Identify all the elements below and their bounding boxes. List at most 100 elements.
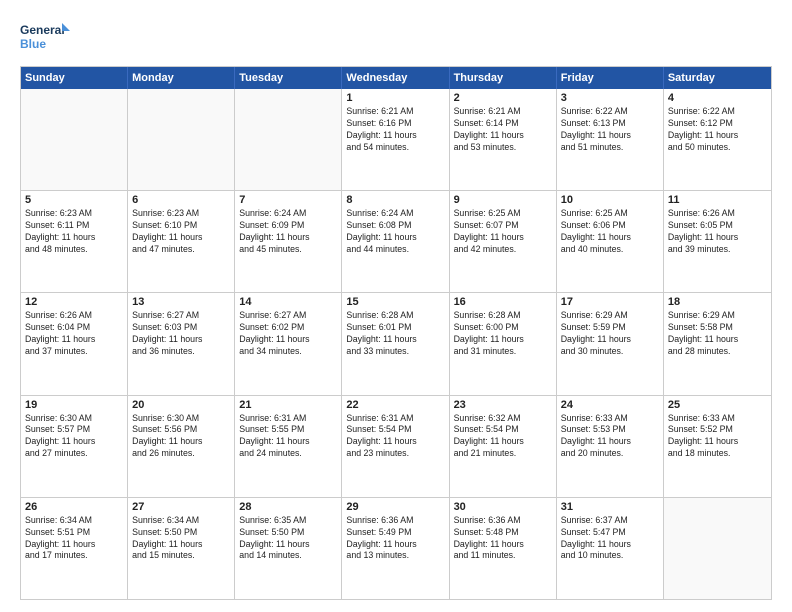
calendar-day-19: 19 Sunrise: 6:30 AM Sunset: 5:57 PM Dayli… — [21, 396, 128, 497]
weekday-header-friday: Friday — [557, 67, 664, 89]
calendar-day-2: 2 Sunrise: 6:21 AM Sunset: 6:14 PM Daylig… — [450, 89, 557, 190]
day-number: 30 — [454, 501, 552, 513]
day-info: Sunrise: 6:26 AM Sunset: 6:04 PM Dayligh… — [25, 310, 123, 358]
calendar-day-6: 6 Sunrise: 6:23 AM Sunset: 6:10 PM Daylig… — [128, 191, 235, 292]
day-info: Sunrise: 6:25 AM Sunset: 6:06 PM Dayligh… — [561, 208, 659, 256]
calendar-day-15: 15 Sunrise: 6:28 AM Sunset: 6:01 PM Dayli… — [342, 293, 449, 394]
calendar-day-31: 31 Sunrise: 6:37 AM Sunset: 5:47 PM Dayli… — [557, 498, 664, 599]
calendar-day-10: 10 Sunrise: 6:25 AM Sunset: 6:06 PM Dayli… — [557, 191, 664, 292]
day-info: Sunrise: 6:23 AM Sunset: 6:11 PM Dayligh… — [25, 208, 123, 256]
day-number: 17 — [561, 296, 659, 308]
calendar-day-5: 5Sunrise: 6:23 AM Sunset: 6:11 PM Daylig… — [21, 191, 128, 292]
day-info: Sunrise: 6:30 AM Sunset: 5:57 PM Dayligh… — [25, 413, 123, 461]
day-info: Sunrise: 6:22 AM Sunset: 6:13 PM Dayligh… — [561, 106, 659, 154]
day-number: 23 — [454, 399, 552, 411]
day-info: Sunrise: 6:34 AM Sunset: 5:51 PM Dayligh… — [25, 515, 123, 563]
calendar-day-28: 28Sunrise: 6:35 AM Sunset: 5:50 PM Dayli… — [235, 498, 342, 599]
weekday-header-thursday: Thursday — [450, 67, 557, 89]
calendar-day-13: 13Sunrise: 6:27 AM Sunset: 6:03 PM Dayli… — [128, 293, 235, 394]
day-number: 22 — [346, 399, 444, 411]
day-info: Sunrise: 6:32 AM Sunset: 5:54 PM Dayligh… — [454, 413, 552, 461]
calendar: SundayMondayTuesdayWednesdayThursdayFrid… — [20, 66, 772, 600]
day-number: 4 — [668, 92, 767, 104]
day-info: Sunrise: 6:21 AM Sunset: 6:14 PM Dayligh… — [454, 106, 552, 154]
calendar-day-1: 1 Sunrise: 6:21 AM Sunset: 6:16 PM Daylig… — [342, 89, 449, 190]
logo-svg: General Blue — [20, 18, 70, 58]
day-number: 13 — [132, 296, 230, 308]
calendar-day-3: 3 Sunrise: 6:22 AM Sunset: 6:13 PM Daylig… — [557, 89, 664, 190]
calendar-day-17: 17Sunrise: 6:29 AM Sunset: 5:59 PM Dayli… — [557, 293, 664, 394]
day-number: 31 — [561, 501, 659, 513]
calendar-day-7: 7 Sunrise: 6:24 AM Sunset: 6:09 PM Daylig… — [235, 191, 342, 292]
header: General Blue — [20, 18, 772, 58]
weekday-header-monday: Monday — [128, 67, 235, 89]
day-number: 7 — [239, 194, 337, 206]
svg-text:Blue: Blue — [20, 37, 46, 51]
weekday-header-saturday: Saturday — [664, 67, 771, 89]
day-info: Sunrise: 6:30 AM Sunset: 5:56 PM Dayligh… — [132, 413, 230, 461]
day-number: 27 — [132, 501, 230, 513]
calendar-day-20: 20 Sunrise: 6:30 AM Sunset: 5:56 PM Dayli… — [128, 396, 235, 497]
calendar-day-27: 27Sunrise: 6:34 AM Sunset: 5:50 PM Dayli… — [128, 498, 235, 599]
calendar-day-29: 29 Sunrise: 6:36 AM Sunset: 5:49 PM Dayli… — [342, 498, 449, 599]
day-info: Sunrise: 6:26 AM Sunset: 6:05 PM Dayligh… — [668, 208, 767, 256]
calendar-day-26: 26 Sunrise: 6:34 AM Sunset: 5:51 PM Dayli… — [21, 498, 128, 599]
day-number: 18 — [668, 296, 767, 308]
day-info: Sunrise: 6:31 AM Sunset: 5:54 PM Dayligh… — [346, 413, 444, 461]
day-number: 26 — [25, 501, 123, 513]
day-number: 25 — [668, 399, 767, 411]
day-number: 8 — [346, 194, 444, 206]
day-number: 10 — [561, 194, 659, 206]
calendar-day-11: 11Sunrise: 6:26 AM Sunset: 6:05 PM Dayli… — [664, 191, 771, 292]
calendar-day-12: 12 Sunrise: 6:26 AM Sunset: 6:04 PM Dayli… — [21, 293, 128, 394]
day-number: 19 — [25, 399, 123, 411]
calendar-week-4: 19 Sunrise: 6:30 AM Sunset: 5:57 PM Dayli… — [21, 395, 771, 497]
day-info: Sunrise: 6:28 AM Sunset: 6:00 PM Dayligh… — [454, 310, 552, 358]
day-number: 1 — [346, 92, 444, 104]
day-info: Sunrise: 6:24 AM Sunset: 6:08 PM Dayligh… — [346, 208, 444, 256]
calendar-day-21: 21Sunrise: 6:31 AM Sunset: 5:55 PM Dayli… — [235, 396, 342, 497]
day-number: 29 — [346, 501, 444, 513]
day-number: 20 — [132, 399, 230, 411]
page: General Blue SundayMondayTuesdayWednesda… — [0, 0, 792, 612]
calendar-day-4: 4Sunrise: 6:22 AM Sunset: 6:12 PM Daylig… — [664, 89, 771, 190]
day-info: Sunrise: 6:21 AM Sunset: 6:16 PM Dayligh… — [346, 106, 444, 154]
calendar-day-30: 30 Sunrise: 6:36 AM Sunset: 5:48 PM Dayli… — [450, 498, 557, 599]
day-info: Sunrise: 6:24 AM Sunset: 6:09 PM Dayligh… — [239, 208, 337, 256]
calendar-day-25: 25Sunrise: 6:33 AM Sunset: 5:52 PM Dayli… — [664, 396, 771, 497]
day-info: Sunrise: 6:35 AM Sunset: 5:50 PM Dayligh… — [239, 515, 337, 563]
calendar-week-3: 12 Sunrise: 6:26 AM Sunset: 6:04 PM Dayli… — [21, 292, 771, 394]
calendar-day-24: 24Sunrise: 6:33 AM Sunset: 5:53 PM Dayli… — [557, 396, 664, 497]
day-info: Sunrise: 6:25 AM Sunset: 6:07 PM Dayligh… — [454, 208, 552, 256]
calendar-day-16: 16 Sunrise: 6:28 AM Sunset: 6:00 PM Dayli… — [450, 293, 557, 394]
calendar-day-9: 9 Sunrise: 6:25 AM Sunset: 6:07 PM Daylig… — [450, 191, 557, 292]
weekday-header-tuesday: Tuesday — [235, 67, 342, 89]
calendar-day-18: 18Sunrise: 6:29 AM Sunset: 5:58 PM Dayli… — [664, 293, 771, 394]
day-info: Sunrise: 6:36 AM Sunset: 5:49 PM Dayligh… — [346, 515, 444, 563]
calendar-day-empty — [128, 89, 235, 190]
day-number: 21 — [239, 399, 337, 411]
day-number: 2 — [454, 92, 552, 104]
day-number: 14 — [239, 296, 337, 308]
calendar-body: 1 Sunrise: 6:21 AM Sunset: 6:16 PM Daylig… — [21, 89, 771, 599]
calendar-day-22: 22 Sunrise: 6:31 AM Sunset: 5:54 PM Dayli… — [342, 396, 449, 497]
day-number: 12 — [25, 296, 123, 308]
calendar-week-1: 1 Sunrise: 6:21 AM Sunset: 6:16 PM Daylig… — [21, 89, 771, 190]
day-number: 9 — [454, 194, 552, 206]
calendar-day-empty — [235, 89, 342, 190]
day-number: 15 — [346, 296, 444, 308]
day-number: 16 — [454, 296, 552, 308]
day-info: Sunrise: 6:23 AM Sunset: 6:10 PM Dayligh… — [132, 208, 230, 256]
calendar-day-empty — [21, 89, 128, 190]
day-number: 3 — [561, 92, 659, 104]
weekday-header-wednesday: Wednesday — [342, 67, 449, 89]
logo: General Blue — [20, 18, 70, 58]
day-info: Sunrise: 6:37 AM Sunset: 5:47 PM Dayligh… — [561, 515, 659, 563]
day-number: 24 — [561, 399, 659, 411]
day-info: Sunrise: 6:28 AM Sunset: 6:01 PM Dayligh… — [346, 310, 444, 358]
day-info: Sunrise: 6:36 AM Sunset: 5:48 PM Dayligh… — [454, 515, 552, 563]
day-number: 6 — [132, 194, 230, 206]
calendar-week-2: 5Sunrise: 6:23 AM Sunset: 6:11 PM Daylig… — [21, 190, 771, 292]
calendar-day-8: 8 Sunrise: 6:24 AM Sunset: 6:08 PM Daylig… — [342, 191, 449, 292]
calendar-header: SundayMondayTuesdayWednesdayThursdayFrid… — [21, 67, 771, 89]
